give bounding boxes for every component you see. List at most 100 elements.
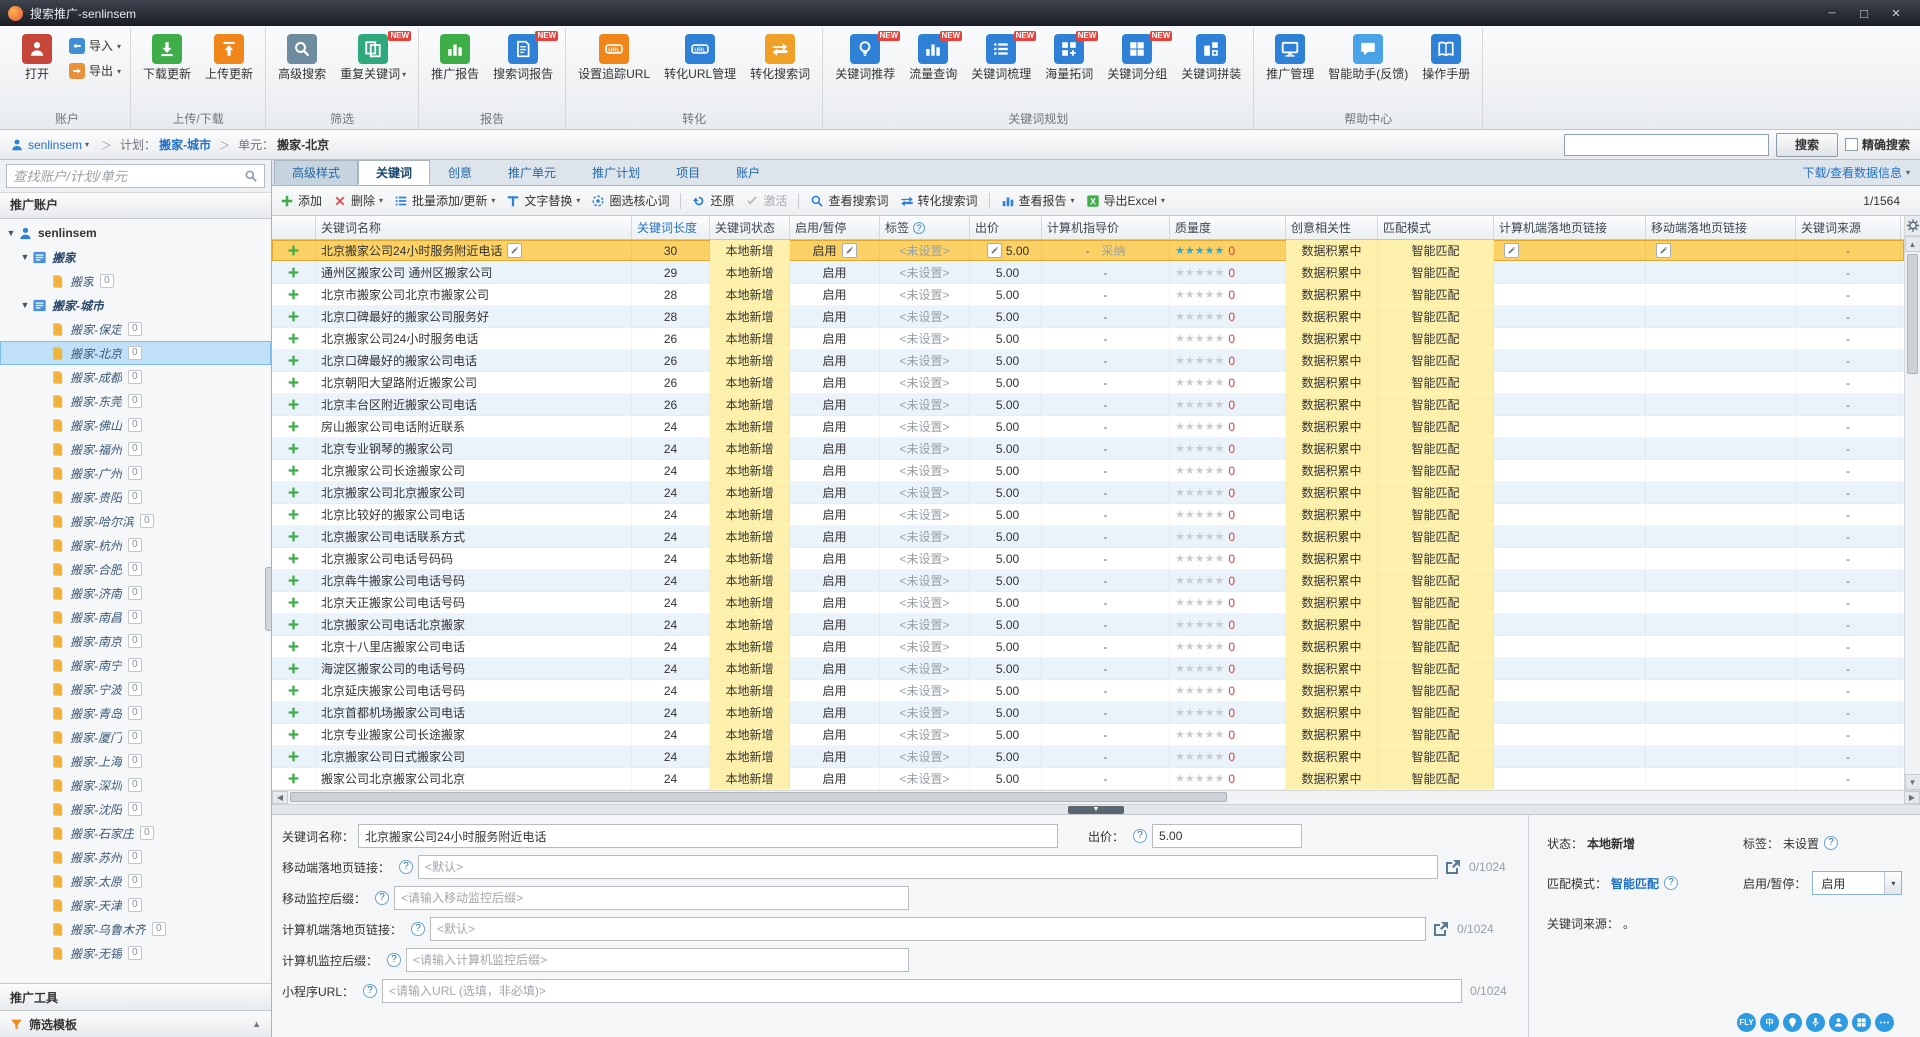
ribbon-traffic-query[interactable]: 流量查询NEW [902, 30, 964, 83]
ribbon-download-update[interactable]: 下载更新 [136, 30, 198, 83]
vscroll-track[interactable] [1905, 252, 1920, 774]
col-header-pc_landing[interactable]: 计算机端落地页链接 [1494, 216, 1646, 239]
tab-unit[interactable]: 推广单元 [490, 160, 574, 185]
tree-unit[interactable]: 搬家-哈尔滨0 [0, 509, 271, 533]
ribbon-keyword-assemble[interactable]: 关键词拼装 [1174, 30, 1248, 83]
bid-input[interactable] [1152, 824, 1302, 848]
sidebar-footer-filter-template[interactable]: 筛选模板▲ [0, 1010, 271, 1037]
add-keyword-icon[interactable] [287, 530, 300, 543]
sidebar-footer-tools[interactable]: 推广工具 [0, 983, 271, 1010]
tree-unit[interactable]: 搬家-保定0 [0, 317, 271, 341]
tree-unit[interactable]: 搬家-太原0 [0, 869, 271, 893]
add-keyword-icon[interactable] [287, 442, 300, 455]
tab-keyword[interactable]: 关键词 [358, 160, 430, 185]
help-icon[interactable] [387, 953, 401, 967]
table-row[interactable]: 北京搬家公司24小时服务电话26本地新增启用<未设置>5.00-★★★★★0数据… [272, 328, 1904, 350]
ribbon-import[interactable]: 导入▾ [69, 38, 121, 54]
table-row[interactable]: 北京犇牛搬家公司电话号码24本地新增启用<未设置>5.00-★★★★★0数据积累… [272, 570, 1904, 592]
add-keyword-icon[interactable] [287, 728, 300, 741]
float-lang-cn-button[interactable]: 中 [1760, 1013, 1779, 1032]
table-row[interactable]: 北京丰台区附近搬家公司电话26本地新增启用<未设置>5.00-★★★★★0数据积… [272, 394, 1904, 416]
float-more-button[interactable] [1875, 1013, 1894, 1032]
add-keyword-icon[interactable] [287, 288, 300, 301]
add-keyword-icon[interactable] [287, 596, 300, 609]
expand-caret-icon[interactable]: ▼ [18, 252, 32, 262]
scroll-down-button[interactable] [1905, 774, 1920, 790]
scroll-up-button[interactable] [1905, 236, 1920, 252]
add-keyword-icon[interactable] [287, 420, 300, 433]
table-row[interactable]: 北京市搬家公司北京市搬家公司28本地新增启用<未设置>5.00-★★★★★0数据… [272, 284, 1904, 306]
ribbon-smart-assistant[interactable]: 智能助手(反馈) [1321, 30, 1415, 83]
tree-unit[interactable]: 搬家-济南0 [0, 581, 271, 605]
tree-unit[interactable]: 搬家-苏州0 [0, 845, 271, 869]
tab-project[interactable]: 项目 [658, 160, 718, 185]
table-row[interactable]: 北京比较好的搬家公司电话24本地新增启用<未设置>5.00-★★★★★0数据积累… [272, 504, 1904, 526]
tree-unit[interactable]: 搬家-无锡0 [0, 941, 271, 965]
tree-unit[interactable]: 搬家-石家庄0 [0, 821, 271, 845]
float-location-button[interactable] [1783, 1013, 1802, 1032]
add-keyword-icon[interactable] [287, 772, 300, 785]
table-row[interactable]: 北京搬家公司长途搬家公司24本地新增启用<未设置>5.00-★★★★★0数据积累… [272, 460, 1904, 482]
ribbon-promotion-report[interactable]: 推广报告 [424, 30, 486, 83]
table-row[interactable]: 北京口碑最好的搬家公司电话26本地新增启用<未设置>5.00-★★★★★0数据积… [272, 350, 1904, 372]
tree-unit[interactable]: 搬家-青岛0 [0, 701, 271, 725]
enable-select[interactable]: 启用▾ [1812, 871, 1902, 895]
tree-unit[interactable]: 搬家-厦门0 [0, 725, 271, 749]
ribbon-keyword-sort[interactable]: 关键词梳理NEW [964, 30, 1038, 83]
ribbon-set-tracking-url[interactable]: URL设置追踪URL [571, 30, 657, 83]
col-header-relevance[interactable]: 创意相关性 [1286, 216, 1378, 239]
expand-caret-icon[interactable]: ▼ [4, 228, 18, 238]
add-keyword-icon[interactable] [287, 706, 300, 719]
table-row[interactable]: 北京十八里店搬家公司电话24本地新增启用<未设置>5.00-★★★★★0数据积累… [272, 636, 1904, 658]
ribbon-search-term-report[interactable]: 搜索词报告NEW [486, 30, 560, 83]
mobile-landing-input[interactable] [418, 855, 1438, 879]
float-ifly-button[interactable]: FLY [1737, 1013, 1756, 1032]
add-keyword-icon[interactable] [287, 618, 300, 631]
tree-account[interactable]: ▼senlinsem [0, 221, 271, 245]
breadcrumb-account[interactable]: senlinsem▾ [28, 138, 89, 152]
tab-account[interactable]: 账户 [718, 160, 778, 185]
tree-unit[interactable]: 搬家0 [0, 269, 271, 293]
toolbar-view-search-terms[interactable]: 查看搜索词 [810, 192, 888, 209]
tree-unit[interactable]: 搬家-成都0 [0, 365, 271, 389]
tree-unit[interactable]: 搬家-上海0 [0, 749, 271, 773]
tab-plan[interactable]: 推广计划 [574, 160, 658, 185]
sidebar-search-input[interactable] [6, 164, 265, 188]
table-row[interactable]: 通州区搬家公司 通州区搬家公司29本地新增启用<未设置>5.00-★★★★★0数… [272, 262, 1904, 284]
float-user-button[interactable] [1829, 1013, 1848, 1032]
table-row[interactable]: 北京搬家公司电话北京搬家24本地新增启用<未设置>5.00-★★★★★0数据积累… [272, 614, 1904, 636]
ribbon-advanced-search[interactable]: 高级搜索 [271, 30, 333, 83]
table-row[interactable]: 海淀区搬家公司的电话号码24本地新增启用<未设置>5.00-★★★★★0数据积累… [272, 658, 1904, 680]
pc-landing-input[interactable] [430, 917, 1426, 941]
help-icon[interactable] [363, 984, 377, 998]
tree-unit[interactable]: 搬家-深圳0 [0, 773, 271, 797]
edit-icon[interactable] [1656, 243, 1671, 258]
toolbar-restore[interactable]: 还原 [692, 192, 734, 209]
column-settings-icon[interactable] [1905, 216, 1920, 236]
tree-unit[interactable]: 搬家-宁波0 [0, 677, 271, 701]
tab-creative[interactable]: 创意 [430, 160, 490, 185]
keyword-name-input[interactable] [358, 824, 1058, 848]
float-mic-button[interactable] [1806, 1013, 1825, 1032]
ribbon-manual[interactable]: 操作手册 [1415, 30, 1477, 83]
col-header-bid[interactable]: 出价 [970, 216, 1042, 239]
tree-unit[interactable]: 搬家-南昌0 [0, 605, 271, 629]
table-row[interactable]: 北京延庆搬家公司电话号码24本地新增启用<未设置>5.00-★★★★★0数据积累… [272, 680, 1904, 702]
col-header-pc_guide[interactable]: 计算机指导价 [1042, 216, 1170, 239]
add-keyword-icon[interactable] [287, 662, 300, 675]
match-mode-value[interactable]: 智能匹配 [1611, 875, 1659, 892]
add-keyword-icon[interactable] [287, 244, 300, 257]
toolbar-select-core-words[interactable]: 圈选核心词 [591, 192, 669, 209]
tree-unit[interactable]: 搬家-北京0 [0, 341, 271, 365]
toolbar-batch-add-update[interactable]: 批量添加/更新▾ [394, 192, 495, 209]
add-keyword-icon[interactable] [287, 574, 300, 587]
help-icon[interactable] [411, 922, 425, 936]
toolbar-text-replace[interactable]: 文字替换▾ [506, 192, 580, 209]
maximize-button[interactable] [1848, 3, 1880, 23]
minimize-button[interactable] [1816, 3, 1848, 23]
scroll-left-button[interactable] [272, 791, 288, 804]
help-icon[interactable] [1664, 876, 1678, 890]
panel-splitter[interactable] [272, 804, 1920, 814]
ribbon-upload-update[interactable]: 上传更新 [198, 30, 260, 83]
sidebar-collapse-handle[interactable] [265, 567, 272, 631]
